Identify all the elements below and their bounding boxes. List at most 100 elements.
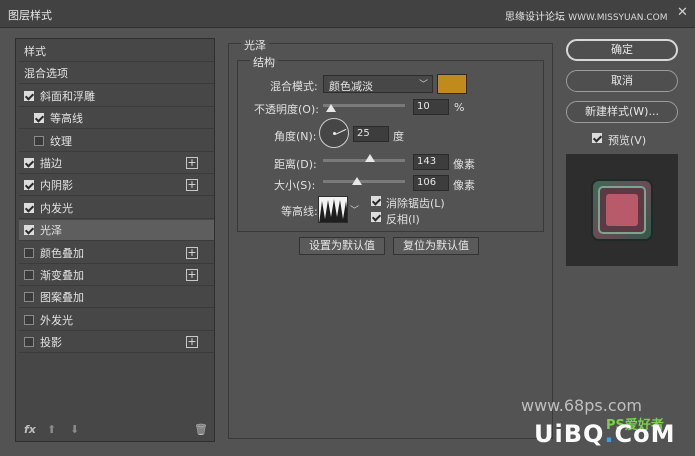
blend-mode-label: 混合模式: [270, 80, 318, 93]
preview-label: 预览(V) [608, 134, 647, 147]
style-list-panel: 投影 + 外发光 图案叠加 渐变叠加 + 颜色叠加 + 光泽 内发光 内阴影 + 描边 + 纹理 等高线 斜面和… [15, 38, 215, 442]
add-effect-icon[interactable]: + [186, 336, 198, 349]
style-item-checkbox[interactable] [24, 247, 34, 258]
watermark-68ps: www.68ps.com [521, 396, 642, 415]
size-slider-track[interactable] [323, 180, 405, 183]
trash-icon[interactable]: 🗑 [194, 423, 208, 436]
angle-input[interactable]: 25 [353, 126, 389, 142]
structure-title: 结构 [250, 54, 278, 70]
style-item[interactable]: 纹理 [19, 131, 214, 152]
style-item-checkbox[interactable] [24, 158, 34, 168]
style-item-label: 内阴影 [40, 179, 73, 193]
style-item[interactable]: 外发光 [19, 310, 214, 331]
close-icon[interactable]: ✕ [677, 5, 688, 20]
style-item-checkbox[interactable] [34, 135, 44, 146]
add-effect-icon[interactable]: + [186, 246, 198, 259]
opacity-unit: % [454, 101, 465, 114]
style-item[interactable]: 颜色叠加 + [19, 243, 214, 264]
site-name: 思缘设计论坛 [505, 12, 565, 23]
satin-color-swatch[interactable] [437, 74, 467, 94]
style-item-checkbox[interactable] [24, 180, 34, 191]
style-item[interactable]: 混合选项 [19, 63, 214, 85]
angle-center-dot [333, 132, 336, 135]
style-item-label: 图案叠加 [40, 291, 84, 305]
distance-input[interactable]: 143 [413, 154, 449, 170]
contour-label: 等高线: [281, 205, 318, 218]
reset-default-button[interactable]: 复位为默认值 [393, 237, 479, 255]
style-item[interactable]: 样式 [19, 41, 214, 62]
style-item-label: 内发光 [40, 201, 73, 215]
angle-label: 角度(N): [274, 130, 317, 143]
size-slider-thumb[interactable] [352, 177, 363, 185]
style-item-checkbox[interactable] [34, 113, 44, 124]
set-default-button[interactable]: 设置为默认值 [299, 237, 385, 255]
title-bar: 图层样式 思缘设计论坛 WWW.MISSYUAN.COM ✕ [0, 0, 695, 28]
cancel-button[interactable]: 取消 [566, 70, 678, 92]
style-list-footer: fx ⬆ ⬇ 🗑 [16, 421, 214, 441]
new-style-button[interactable]: 新建样式(W)... [566, 101, 678, 123]
style-item-checkbox[interactable] [24, 225, 34, 236]
contour-preview[interactable] [318, 196, 348, 223]
style-item-checkbox[interactable] [24, 292, 34, 303]
contour-curve-icon [319, 199, 347, 222]
add-effect-icon[interactable]: + [186, 269, 198, 281]
move-down-icon[interactable]: ⬇ [70, 423, 79, 436]
style-item[interactable]: 图案叠加 [19, 287, 214, 309]
style-item[interactable]: 内发光 [19, 198, 214, 219]
style-item-checkbox[interactable] [24, 270, 34, 280]
style-item-label: 光泽 [40, 224, 62, 238]
style-item[interactable]: 内阴影 + [19, 175, 214, 197]
angle-needle [335, 128, 347, 135]
style-item[interactable]: 斜面和浮雕 [19, 86, 214, 107]
opacity-input[interactable]: 10 [413, 99, 449, 115]
move-up-icon[interactable]: ⬆ [47, 423, 56, 436]
style-item-label: 纹理 [50, 134, 72, 148]
style-item[interactable]: 光泽 [19, 220, 214, 242]
add-effect-icon[interactable]: + [186, 157, 198, 169]
blend-mode-select[interactable]: 颜色减淡 ﹀ [323, 75, 433, 93]
style-item[interactable]: 等高线 [19, 108, 214, 130]
watermark-uibq-c: CoM [614, 420, 676, 448]
style-item[interactable]: 渐变叠加 + [19, 265, 214, 286]
watermark-uibq-a: UiBQ [534, 420, 605, 448]
blend-mode-value: 颜色减淡 [329, 80, 373, 93]
angle-unit: 度 [393, 130, 404, 143]
opacity-slider-thumb[interactable] [326, 104, 337, 112]
angle-dial[interactable] [319, 118, 349, 148]
style-item-label: 外发光 [40, 313, 73, 327]
size-unit: 像素 [453, 179, 475, 192]
style-item-checkbox[interactable] [24, 314, 34, 325]
style-item-label: 样式 [24, 45, 46, 58]
site-url: WWW.MISSYUAN.COM [568, 13, 668, 23]
style-item[interactable]: 投影 + [19, 332, 214, 354]
fx-icon[interactable]: fx [24, 423, 36, 436]
style-item-label: 斜面和浮雕 [40, 89, 95, 103]
style-item-label: 投影 [40, 336, 62, 350]
window-title: 图层样式 [8, 9, 52, 22]
invert-label: 反相(I) [386, 213, 420, 226]
style-item-label: 描边 [40, 157, 62, 170]
satin-section-title: 光泽 [241, 37, 269, 53]
watermark-uibq: UiBQ.CoM [534, 420, 676, 448]
preview-swatch-icon [591, 179, 653, 241]
antialias-checkbox[interactable] [371, 196, 381, 206]
chevron-down-icon: ﹀ [418, 80, 428, 90]
size-label: 大小(S): [274, 179, 316, 192]
preview-checkbox[interactable] [592, 133, 602, 143]
style-item[interactable]: 描边 + [19, 153, 214, 174]
style-item-label: 颜色叠加 [40, 246, 84, 260]
size-input[interactable]: 106 [413, 175, 449, 191]
style-item-checkbox[interactable] [24, 202, 34, 213]
invert-checkbox[interactable] [371, 212, 381, 222]
add-effect-icon[interactable]: + [186, 179, 198, 192]
distance-slider-thumb[interactable] [364, 154, 375, 162]
style-item-label: 混合选项 [24, 67, 68, 81]
contour-chevron-down-icon[interactable]: ﹀ [350, 203, 359, 216]
style-item-label: 渐变叠加 [40, 269, 84, 282]
watermark-uibq-dot: . [604, 420, 615, 448]
style-item-checkbox[interactable] [24, 337, 34, 348]
style-item-label: 等高线 [50, 112, 83, 126]
ok-button[interactable]: 确定 [566, 39, 678, 61]
distance-unit: 像素 [453, 158, 475, 171]
style-item-checkbox[interactable] [24, 90, 34, 101]
